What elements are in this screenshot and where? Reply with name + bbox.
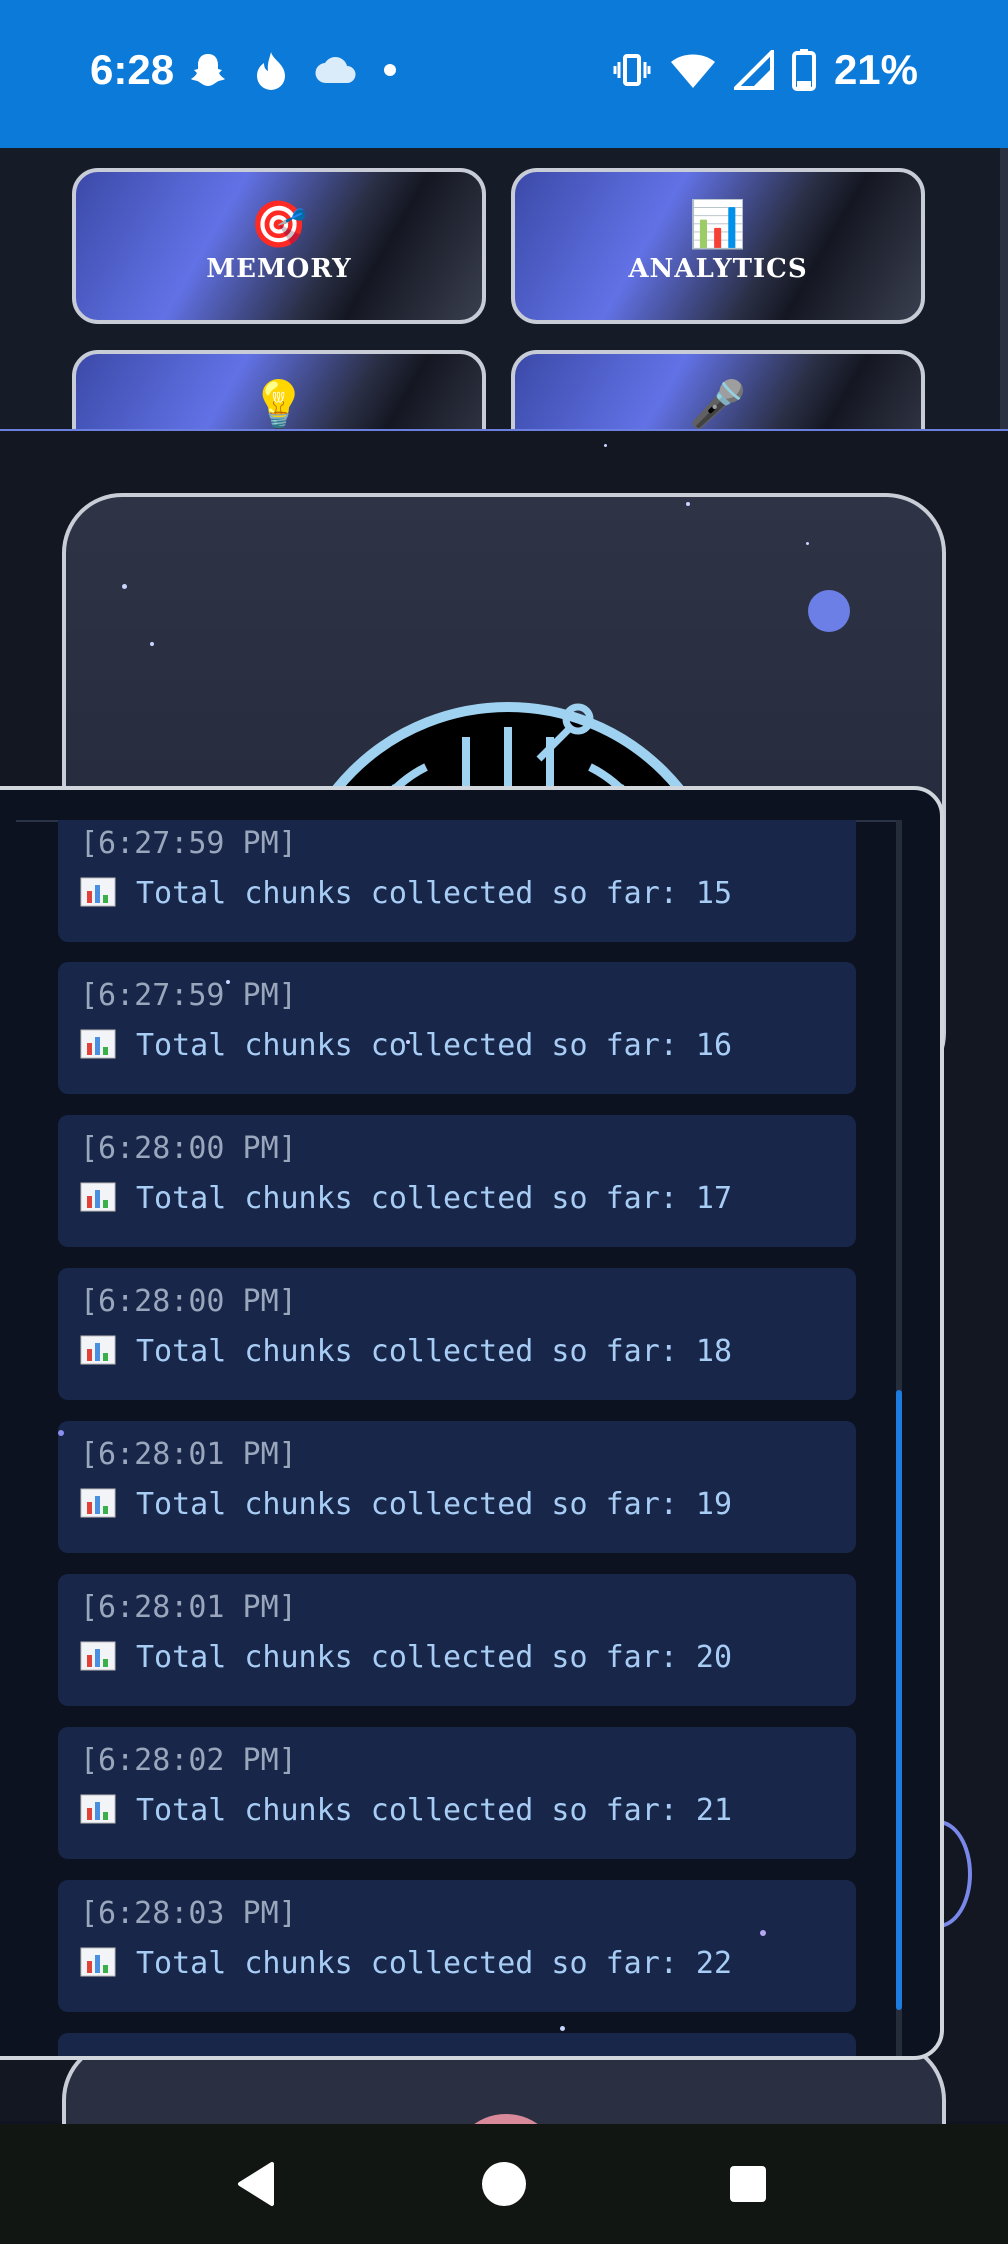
snapchat-icon [191, 54, 225, 86]
log-timestamp: [6:28:00 PM] [80, 1284, 297, 1319]
star [806, 542, 809, 545]
log-message: Total chunks collected so far: 22 [136, 1946, 733, 1981]
accent-orb [808, 590, 850, 632]
log-entry-partial [58, 2033, 856, 2056]
log-message: Total chunks collected so far: 19 [136, 1487, 733, 1522]
notification-dot-icon [384, 64, 396, 76]
log-message: Total chunks collected so far: 15 [136, 876, 733, 911]
star [406, 1040, 410, 1044]
log-entry: [6:28:00 PM] Total chunks collected so f… [58, 1115, 856, 1247]
battery-percent: 21% [833, 46, 918, 93]
recents-icon[interactable] [718, 2154, 778, 2214]
star [122, 584, 127, 589]
cloud-icon [315, 57, 356, 84]
bar-chart-icon: 📊 [689, 197, 747, 251]
status-icons-right: 21% [612, 46, 918, 94]
log-entry: [6:28:01 PM] Total chunks collected so f… [58, 1421, 856, 1553]
bar-chart-icon [80, 1029, 116, 1059]
log-timestamp: [6:27:59 PM] [80, 826, 297, 861]
log-message-line: Total chunks collected so far: 21 [80, 1793, 732, 1828]
memory-label: MEMORY [206, 254, 352, 284]
voice-card-button[interactable]: 🎤 [511, 350, 925, 430]
status-bar: 6:28 21% [0, 0, 1008, 148]
status-time: 6:28 [90, 46, 175, 93]
log-message-line: Total chunks collected so far: 19 [80, 1487, 732, 1522]
star [686, 502, 690, 506]
top-menu-area: 🎯 MEMORY 📊 ANALYTICS 💡 🎤 [0, 148, 1008, 430]
lightbulb-icon: 💡 [250, 377, 308, 430]
bar-chart-icon [80, 1182, 116, 1212]
star [604, 444, 607, 447]
bar-chart-icon [80, 1488, 116, 1518]
cell-signal-icon [733, 50, 774, 90]
memory-card-button[interactable]: 🎯 MEMORY [72, 168, 486, 324]
log-panel[interactable]: [6:27:59 PM] Total chunks collected so f… [0, 786, 944, 2060]
analytics-card-button[interactable]: 📊 ANALYTICS [511, 168, 925, 324]
star [226, 980, 230, 984]
home-icon[interactable] [474, 2154, 534, 2214]
back-icon[interactable] [226, 2154, 286, 2214]
log-entry: [6:27:59 PM] Total chunks collected so f… [58, 820, 856, 942]
log-message-line: Total chunks collected so far: 18 [80, 1334, 732, 1369]
microphone-icon: 🎤 [689, 377, 747, 430]
bar-chart-icon [80, 877, 116, 907]
log-timestamp: [6:27:59 PM] [80, 978, 297, 1013]
log-message: Total chunks collected so far: 16 [136, 1028, 733, 1063]
ideas-card-button[interactable]: 💡 [72, 350, 486, 430]
log-timestamp: [6:28:01 PM] [80, 1590, 297, 1625]
star [560, 2026, 565, 2031]
status-icons-left [188, 50, 396, 90]
log-message-line: Total chunks collected so far: 22 [80, 1946, 732, 1981]
log-message-line: Total chunks collected so far: 16 [80, 1028, 732, 1063]
vibrate-icon [613, 54, 651, 86]
log-entry: [6:28:01 PM] Total chunks collected so f… [58, 1574, 856, 1706]
wifi-icon [670, 54, 715, 88]
log-scrollbar-thumb[interactable] [896, 1390, 902, 2010]
star [760, 1930, 766, 1936]
log-entry: [6:28:02 PM] Total chunks collected so f… [58, 1727, 856, 1859]
star [58, 1430, 64, 1436]
log-message: Total chunks collected so far: 20 [136, 1640, 733, 1675]
battery-icon [791, 49, 816, 91]
bar-chart-icon [80, 1947, 116, 1977]
bar-chart-icon [80, 1794, 116, 1824]
bar-chart-icon [80, 1641, 116, 1671]
log-list[interactable]: [6:27:59 PM] Total chunks collected so f… [16, 820, 896, 2056]
analytics-label: ANALYTICS [628, 254, 808, 284]
target-icon: 🎯 [250, 197, 308, 251]
log-entry: [6:28:03 PM] Total chunks collected so f… [58, 1880, 856, 2012]
log-entry: [6:27:59 PM] Total chunks collected so f… [58, 962, 856, 1094]
top-scrollbar[interactable] [1000, 148, 1008, 430]
log-message-line: Total chunks collected so far: 17 [80, 1181, 732, 1216]
log-entry: [6:28:00 PM] Total chunks collected so f… [58, 1268, 856, 1400]
log-timestamp: [6:28:00 PM] [80, 1131, 297, 1166]
bar-chart-icon [80, 1335, 116, 1365]
log-timestamp: [6:28:02 PM] [80, 1743, 297, 1778]
log-message: Total chunks collected so far: 17 [136, 1181, 733, 1216]
log-message: Total chunks collected so far: 18 [136, 1334, 733, 1369]
system-nav-bar [0, 2124, 1008, 2244]
log-timestamp: [6:28:03 PM] [80, 1896, 297, 1931]
log-timestamp: [6:28:01 PM] [80, 1437, 297, 1472]
tinder-flame-icon [257, 52, 285, 90]
log-message: Total chunks collected so far: 21 [136, 1793, 733, 1828]
star [150, 642, 154, 646]
log-message-line: Total chunks collected so far: 20 [80, 1640, 732, 1675]
log-message-line: Total chunks collected so far: 15 [80, 876, 732, 911]
